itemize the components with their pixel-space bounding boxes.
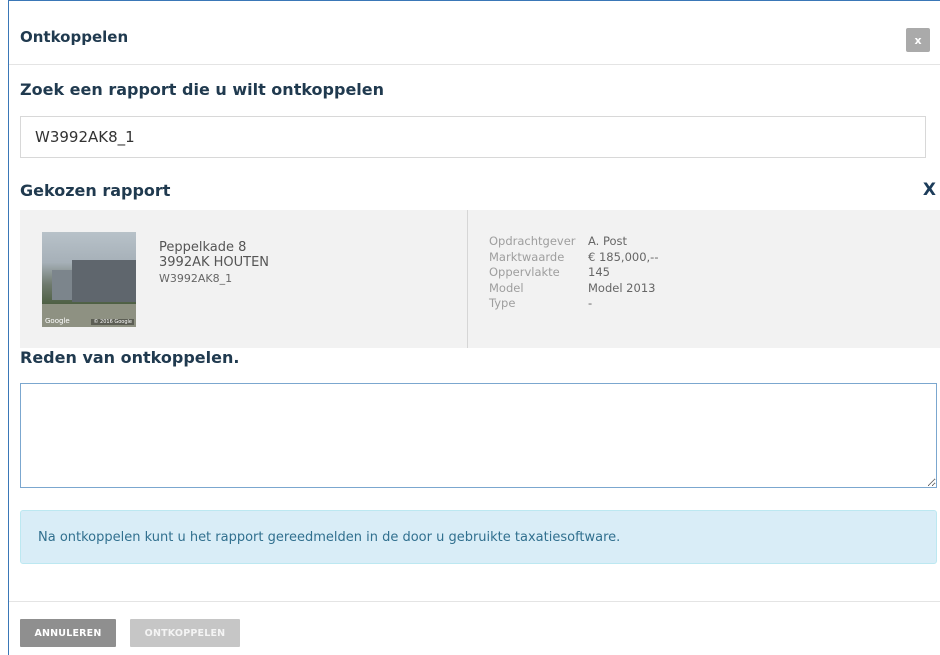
reason-label: Reden van ontkoppelen.	[20, 348, 240, 367]
info-text: Na ontkoppelen kunt u het rapport gereed…	[38, 529, 621, 545]
dialog-header: Ontkoppelen x	[9, 1, 940, 65]
info-alert: Na ontkoppelen kunt u het rapport gereed…	[20, 510, 937, 564]
details-list: Opdrachtgever A. Post Marktwaarde € 185,…	[489, 234, 658, 312]
footer-divider	[9, 601, 940, 602]
report-search-input[interactable]	[20, 116, 926, 158]
detail-key: Type	[489, 296, 516, 310]
reason-textarea[interactable]	[20, 383, 937, 488]
detail-row-type: Type -	[489, 296, 658, 312]
unlink-button[interactable]: ONTKOPPELEN	[130, 619, 240, 647]
detail-row-marktwaarde: Marktwaarde € 185,000,--	[489, 250, 658, 266]
dialog-title: Ontkoppelen	[20, 28, 129, 46]
street-view-photo: Google © 2016 Google	[42, 232, 136, 327]
report-details: Opdrachtgever A. Post Marktwaarde € 185,…	[468, 210, 940, 348]
remove-chosen-report-button[interactable]: X	[923, 180, 936, 200]
close-button[interactable]: x	[906, 28, 930, 52]
detail-key: Model	[489, 280, 524, 295]
cancel-button[interactable]: ANNULEREN	[20, 619, 116, 647]
chosen-report-card: Google © 2016 Google Peppelkade 8 3992AK…	[20, 210, 940, 348]
address-street: Peppelkade 8	[159, 240, 247, 255]
detail-row-model: Model Model 2013	[489, 281, 658, 297]
unlink-dialog: Ontkoppelen x Zoek een rapport die u wil…	[8, 0, 940, 655]
report-code: W3992AK8_1	[159, 272, 233, 285]
detail-value: 145	[588, 265, 610, 279]
photo-copyright-text: © 2016 Google	[91, 319, 134, 325]
report-summary: Google © 2016 Google Peppelkade 8 3992AK…	[20, 210, 468, 348]
detail-value: -	[588, 296, 593, 310]
detail-value: € 185,000,--	[588, 249, 659, 264]
detail-key: Opdrachtgever	[489, 234, 576, 248]
address-city: 3992AK HOUTEN	[159, 255, 270, 270]
chosen-report-heading: Gekozen rapport	[20, 181, 171, 200]
detail-value: Model 2013	[588, 280, 656, 295]
detail-row-oppervlakte: Oppervlakte 145	[489, 265, 658, 281]
search-label: Zoek een rapport die u wilt ontkoppelen	[20, 80, 385, 99]
detail-row-opdrachtgever: Opdrachtgever A. Post	[489, 234, 658, 250]
detail-value: A. Post	[588, 234, 628, 248]
photo-brand-text: Google	[45, 317, 70, 325]
detail-key: Marktwaarde	[489, 249, 565, 264]
detail-key: Oppervlakte	[489, 265, 560, 279]
